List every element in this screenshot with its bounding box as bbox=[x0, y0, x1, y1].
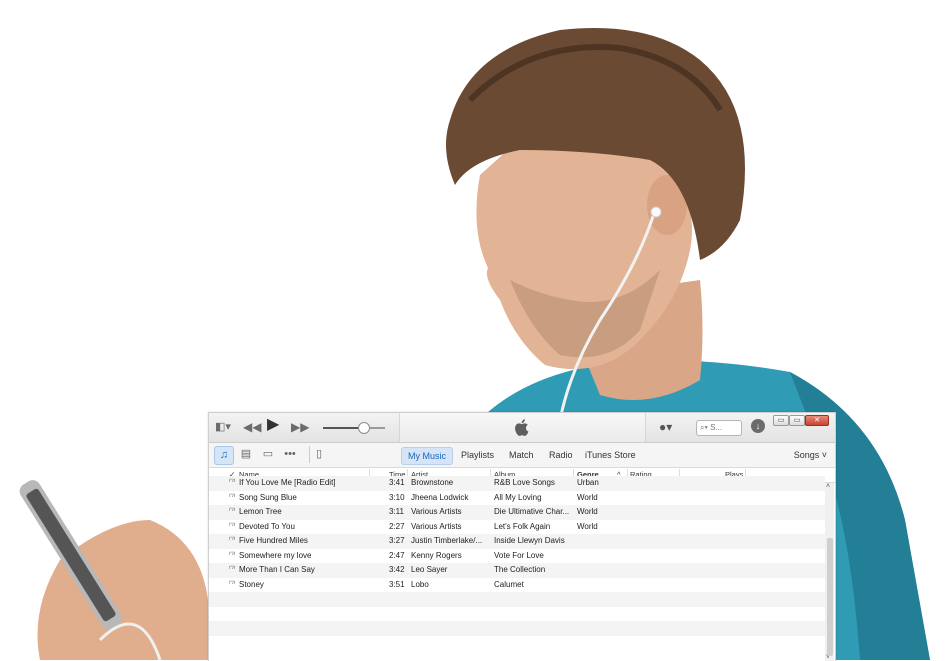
apple-logo-icon bbox=[515, 419, 529, 436]
track-artist: Kenny Rogers bbox=[411, 550, 462, 560]
tab-playlists[interactable]: Playlists bbox=[455, 447, 500, 463]
now-playing-display bbox=[399, 413, 646, 442]
search-icon: ⌕▾ bbox=[700, 423, 708, 432]
track-time: 3:41 bbox=[389, 478, 405, 487]
table-row[interactable]: ☑ If You Love Me [Radio Edit] 3:41 Brown… bbox=[209, 476, 825, 491]
table-row[interactable]: ☑ Stoney 3:51 Lobo Calumet bbox=[209, 578, 825, 593]
track-name: Five Hundred Miles bbox=[239, 536, 308, 545]
table-row[interactable]: ☑ More Than I Can Say 3:42 Leo Sayer The… bbox=[209, 563, 825, 578]
track-name: Lemon Tree bbox=[239, 507, 282, 516]
track-artist: Various Artists bbox=[411, 507, 462, 516]
search-field[interactable]: ⌕▾ S... bbox=[696, 420, 742, 436]
checkbox-icon[interactable]: ☑ bbox=[229, 491, 235, 497]
songs-view-menu[interactable]: Songs ˅ bbox=[794, 447, 827, 463]
track-album: Die Ultimative Char... bbox=[494, 507, 570, 516]
track-name: Song Sung Blue bbox=[239, 492, 297, 502]
title-bar: ◧▾ ◀◀ ▶ ▶▶ ●▾ ⌕▾ S... ↓ ▭ ▭ ✕ bbox=[209, 413, 835, 443]
tab-match[interactable]: Match bbox=[503, 447, 540, 463]
track-time: 3:42 bbox=[389, 565, 405, 574]
minimize-button[interactable]: ▭ bbox=[773, 415, 789, 426]
empty-row bbox=[209, 592, 825, 607]
play-icon[interactable]: ▶ bbox=[267, 417, 279, 433]
track-name: More Than I Can Say bbox=[239, 565, 315, 574]
track-album: The Collection bbox=[494, 565, 546, 574]
empty-row bbox=[209, 607, 825, 622]
track-time: 2:27 bbox=[389, 521, 405, 531]
track-artist: Various Artists bbox=[411, 521, 462, 531]
track-list: ☑ If You Love Me [Radio Edit] 3:41 Brown… bbox=[209, 476, 825, 650]
track-artist: Justin Timberlake/... bbox=[411, 536, 483, 545]
track-time: 3:10 bbox=[389, 492, 405, 502]
track-album: Calumet bbox=[494, 579, 524, 589]
empty-row bbox=[209, 621, 825, 636]
checkbox-icon[interactable]: ☑ bbox=[229, 520, 235, 526]
track-genre: Urban bbox=[577, 478, 599, 487]
track-time: 2:47 bbox=[389, 550, 405, 560]
volume-fill bbox=[323, 427, 363, 429]
more-icon[interactable]: ••• bbox=[281, 446, 299, 463]
checkbox-icon[interactable]: ☑ bbox=[229, 505, 235, 511]
tab-itunes-store[interactable]: iTunes Store bbox=[579, 447, 642, 463]
table-row[interactable]: ☑ Song Sung Blue 3:10 Jheena Lodwick All… bbox=[209, 491, 825, 506]
rewind-icon[interactable]: ◀◀ bbox=[243, 420, 261, 434]
track-genre: World bbox=[577, 507, 598, 516]
checkbox-icon[interactable]: ☑ bbox=[229, 563, 235, 569]
search-placeholder: S... bbox=[710, 423, 723, 432]
restore-button[interactable]: ▭ bbox=[789, 415, 805, 426]
track-album: All My Loving bbox=[494, 492, 542, 502]
download-icon[interactable]: ↓ bbox=[751, 419, 765, 433]
checkbox-icon[interactable]: ☑ bbox=[229, 549, 235, 555]
track-name: Stoney bbox=[239, 579, 264, 589]
music-note-icon[interactable]: ♫ bbox=[214, 446, 234, 465]
track-name: Somewhere my love bbox=[239, 550, 312, 560]
itunes-window: ◧▾ ◀◀ ▶ ▶▶ ●▾ ⌕▾ S... ↓ ▭ ▭ ✕ ♫ ▤ ▭ ••• … bbox=[208, 412, 836, 661]
table-row[interactable]: ☑ Devoted To You 2:27 Various Artists Le… bbox=[209, 520, 825, 535]
track-artist: Leo Sayer bbox=[411, 565, 448, 574]
device-icon[interactable]: ▯ bbox=[309, 446, 328, 463]
checkbox-icon[interactable]: ☑ bbox=[229, 578, 235, 584]
movies-icon[interactable]: ▤ bbox=[237, 446, 255, 463]
empty-row bbox=[209, 636, 825, 651]
volume-slider-knob[interactable] bbox=[358, 422, 370, 434]
track-time: 3:11 bbox=[389, 507, 404, 516]
checkbox-icon[interactable]: ☑ bbox=[229, 534, 235, 540]
track-artist: Lobo bbox=[411, 579, 429, 589]
checkbox-icon[interactable]: ☑ bbox=[229, 476, 235, 482]
track-album: R&B Love Songs bbox=[494, 478, 555, 487]
tv-icon[interactable]: ▭ bbox=[259, 446, 277, 463]
table-row[interactable]: ☑ Somewhere my love 2:47 Kenny Rogers Vo… bbox=[209, 549, 825, 564]
track-artist: Jheena Lodwick bbox=[411, 492, 469, 502]
track-genre: World bbox=[577, 521, 598, 531]
library-nav-bar: ♫ ▤ ▭ ••• ▯ My Music Playlists Match Rad… bbox=[209, 443, 835, 468]
track-name: Devoted To You bbox=[239, 521, 295, 531]
scrollbar-thumb[interactable] bbox=[827, 538, 833, 656]
track-time: 3:27 bbox=[389, 536, 405, 545]
tab-my-music[interactable]: My Music bbox=[401, 447, 453, 465]
table-row[interactable]: ☑ Five Hundred Miles 3:27 Justin Timberl… bbox=[209, 534, 825, 549]
track-genre: World bbox=[577, 492, 598, 502]
fast-forward-icon[interactable]: ▶▶ bbox=[291, 420, 309, 434]
table-row[interactable]: ☑ Lemon Tree 3:11 Various Artists Die Ul… bbox=[209, 505, 825, 520]
track-album: Vote For Love bbox=[494, 550, 544, 560]
close-button[interactable]: ✕ bbox=[805, 415, 829, 426]
account-icon[interactable]: ●▾ bbox=[659, 420, 672, 434]
track-artist: Brownstone bbox=[411, 478, 454, 487]
scroll-up-icon[interactable]: ˄ bbox=[826, 483, 830, 490]
sidebar-toggle-icon[interactable]: ◧▾ bbox=[215, 420, 231, 434]
track-time: 3:51 bbox=[389, 579, 405, 589]
tab-radio[interactable]: Radio bbox=[543, 447, 579, 463]
track-name: If You Love Me [Radio Edit] bbox=[239, 478, 336, 487]
chevron-down-icon: ˅ bbox=[821, 450, 827, 460]
songs-label: Songs bbox=[793, 450, 820, 460]
track-album: Let's Folk Again bbox=[494, 521, 551, 531]
track-album: Inside Llewyn Davis bbox=[494, 536, 565, 545]
